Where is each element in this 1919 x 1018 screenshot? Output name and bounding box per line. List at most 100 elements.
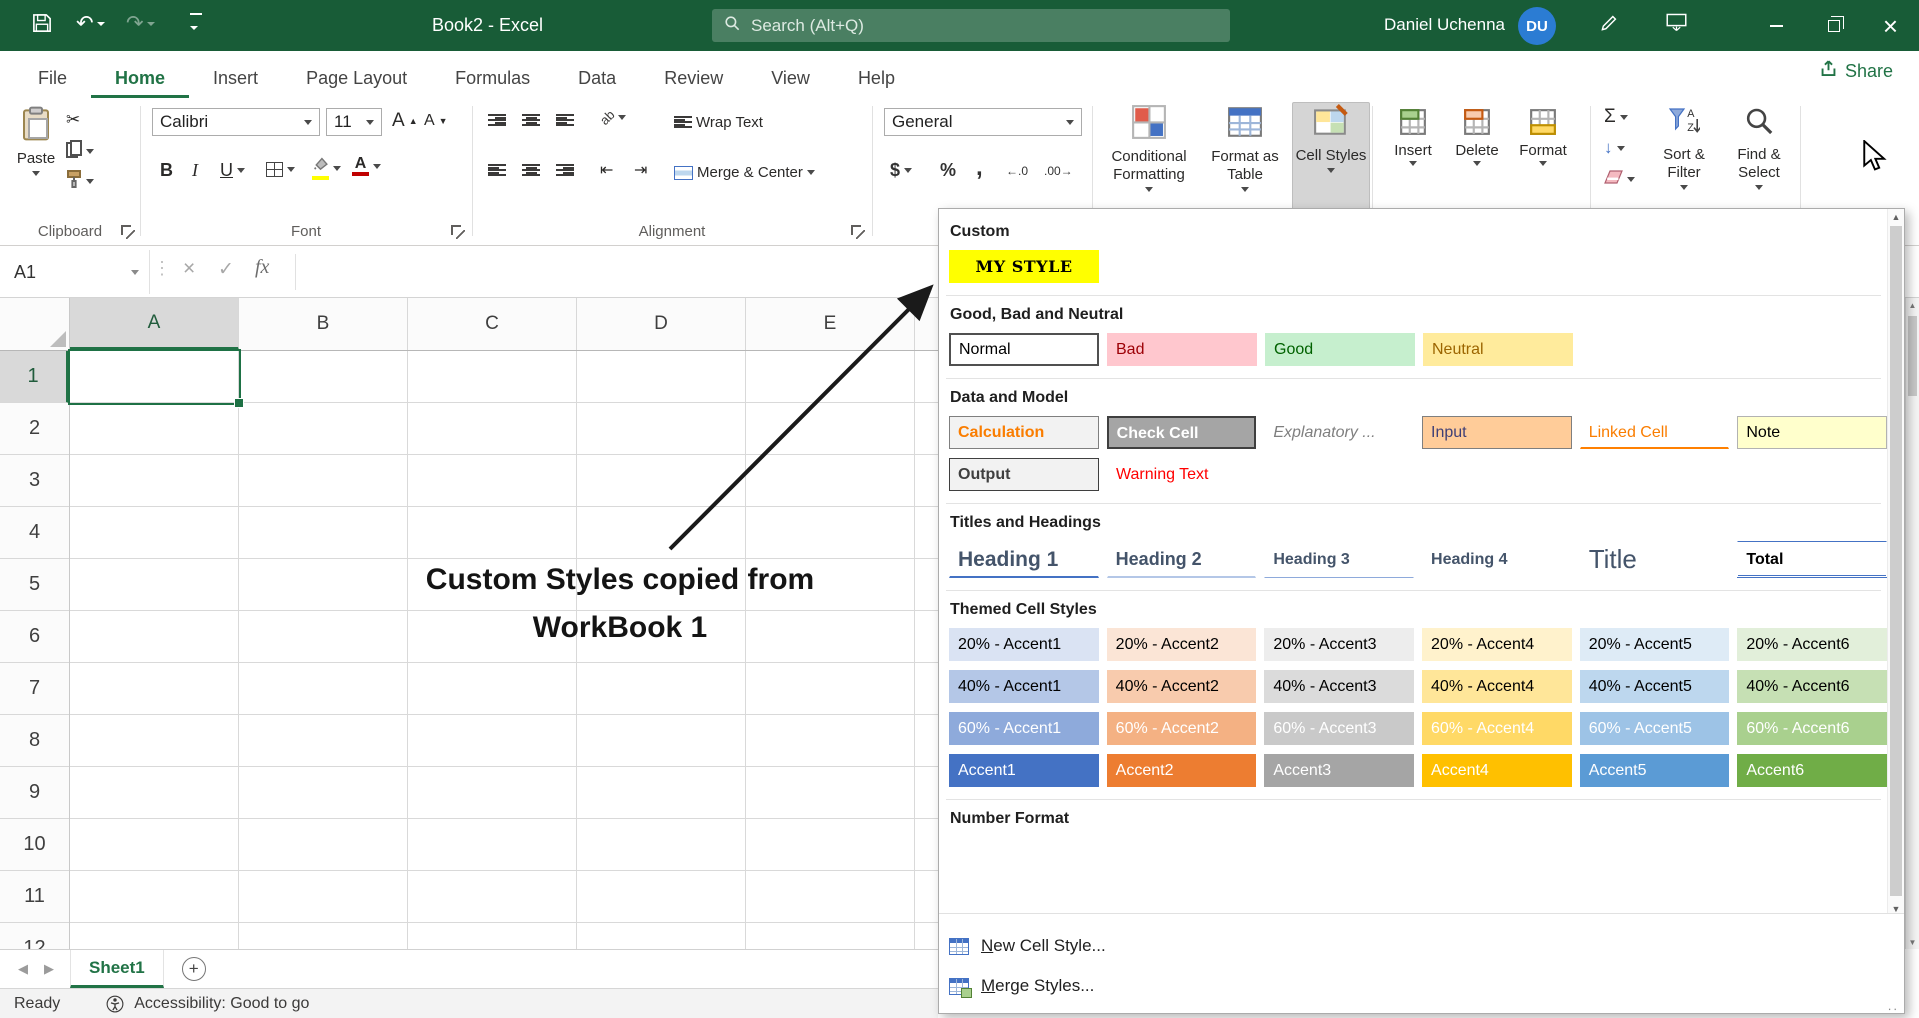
merge-center-button[interactable]: Merge & Center: [674, 164, 815, 181]
tab-view[interactable]: View: [747, 57, 834, 98]
wrap-text-button[interactable]: Wrap Text: [674, 114, 763, 131]
cell-style-title[interactable]: Title: [1580, 541, 1730, 578]
autosum-button[interactable]: Σ: [1604, 106, 1628, 128]
cell-style-heading-2[interactable]: Heading 2: [1107, 541, 1257, 578]
undo-caret-icon[interactable]: [97, 22, 105, 26]
bold-button[interactable]: B: [160, 160, 173, 181]
scrollbar-thumb[interactable]: [1908, 316, 1917, 396]
increase-decimal-button[interactable]: ←.0: [1006, 164, 1028, 178]
cell-style-20-accent6[interactable]: 20% - Accent6: [1737, 628, 1887, 661]
sort-filter-button[interactable]: AZ Sort & Filter: [1650, 106, 1718, 190]
formula-bar-handle[interactable]: ⋮: [153, 258, 169, 279]
cell-style-20-accent1[interactable]: 20% - Accent1: [949, 628, 1099, 661]
shrink-font-button[interactable]: A▼: [424, 112, 448, 130]
row-header-9[interactable]: 9: [0, 767, 69, 819]
font-name-combo[interactable]: Calibri: [152, 108, 320, 136]
cell-style-40-accent1[interactable]: 40% - Accent1: [949, 670, 1099, 703]
next-sheet-icon[interactable]: ▶: [44, 961, 54, 977]
cell-style-accent2[interactable]: Accent2: [1107, 754, 1257, 787]
new-sheet-button[interactable]: +: [182, 957, 206, 981]
tab-review[interactable]: Review: [640, 57, 747, 98]
cell-style-normal[interactable]: Normal: [949, 333, 1099, 366]
row-header-7[interactable]: 7: [0, 663, 69, 715]
menu-scroll-up-icon[interactable]: ▲: [1888, 209, 1904, 225]
new-cell-style-button[interactable]: New Cell Style...: [949, 926, 1904, 966]
middle-align-button[interactable]: [522, 114, 540, 127]
tab-home[interactable]: Home: [91, 57, 189, 98]
undo-button[interactable]: ↶: [76, 13, 105, 35]
row-header-6[interactable]: 6: [0, 611, 69, 663]
row-header-3[interactable]: 3: [0, 455, 69, 507]
cell-style-accent1[interactable]: Accent1: [949, 754, 1099, 787]
redo-button[interactable]: ↷: [126, 13, 155, 35]
comma-style-button[interactable]: ,: [976, 154, 983, 182]
delete-cells-button[interactable]: Delete: [1448, 108, 1506, 166]
cell-style-40-accent2[interactable]: 40% - Accent2: [1107, 670, 1257, 703]
cell-styles-menu-scrollbar[interactable]: ▲ ▼: [1887, 209, 1904, 915]
customize-quick-access-toolbar-button[interactable]: [190, 13, 202, 35]
font-color-button[interactable]: A: [352, 156, 381, 176]
cell-style-good[interactable]: Good: [1265, 333, 1415, 366]
cell-style-linked-cell[interactable]: Linked Cell: [1580, 416, 1730, 449]
cell-style-40-accent6[interactable]: 40% - Accent6: [1737, 670, 1887, 703]
ribbon-display-options-button[interactable]: [1666, 13, 1687, 37]
find-select-button[interactable]: Find & Select: [1724, 106, 1794, 190]
name-box[interactable]: A1: [0, 250, 150, 294]
row-header-10[interactable]: 10: [0, 819, 69, 871]
font-size-combo[interactable]: 11: [326, 108, 382, 136]
row-header-5[interactable]: 5: [0, 559, 69, 611]
column-header-a[interactable]: A: [70, 298, 239, 350]
cell-style-note[interactable]: Note: [1737, 416, 1887, 449]
pen-button[interactable]: [1600, 13, 1619, 37]
insert-cells-button[interactable]: Insert: [1384, 108, 1442, 166]
cell-style-output[interactable]: Output: [949, 458, 1099, 491]
alignment-dialog-launcher[interactable]: [850, 224, 865, 239]
accounting-format-button[interactable]: $: [890, 160, 912, 181]
underline-button[interactable]: U: [220, 160, 245, 181]
cell-style-accent4[interactable]: Accent4: [1422, 754, 1572, 787]
align-left-button[interactable]: [488, 164, 506, 177]
align-right-button[interactable]: [556, 164, 574, 177]
format-painter-button[interactable]: [66, 170, 94, 192]
account-name[interactable]: Daniel Uchenna: [1384, 15, 1505, 35]
cell-style-20-accent4[interactable]: 20% - Accent4: [1422, 628, 1572, 661]
search-box[interactable]: Search (Alt+Q): [712, 9, 1230, 42]
column-header-partial[interactable]: [915, 298, 938, 350]
tab-formulas[interactable]: Formulas: [431, 57, 554, 98]
cell-style-bad[interactable]: Bad: [1107, 333, 1257, 366]
close-button[interactable]: ×: [1862, 0, 1919, 51]
sheet-tab-sheet1[interactable]: Sheet1: [70, 950, 164, 988]
row-header-2[interactable]: 2: [0, 403, 69, 455]
insert-function-icon[interactable]: fx: [255, 256, 269, 279]
cell-style-40-accent3[interactable]: 40% - Accent3: [1264, 670, 1414, 703]
enter-entry-icon[interactable]: ✓: [218, 258, 234, 281]
row-header-4[interactable]: 4: [0, 507, 69, 559]
menu-resize-grip[interactable]: ∙∙: [1888, 1001, 1899, 1016]
clear-button[interactable]: [1604, 170, 1635, 189]
name-box-caret-icon[interactable]: [131, 270, 139, 275]
cut-button[interactable]: ✂: [66, 110, 80, 130]
cell-style-60-accent4[interactable]: 60% - Accent4: [1422, 712, 1572, 745]
tab-insert[interactable]: Insert: [189, 57, 282, 98]
prev-sheet-icon[interactable]: ◀: [18, 961, 28, 977]
cell-style-20-accent3[interactable]: 20% - Accent3: [1264, 628, 1414, 661]
font-dialog-launcher[interactable]: [450, 224, 465, 239]
cell-style-calculation[interactable]: Calculation: [949, 416, 1099, 449]
paste-button[interactable]: Paste: [10, 106, 62, 176]
format-cells-button[interactable]: Format: [1512, 108, 1574, 166]
scroll-down-icon[interactable]: ▼: [1906, 938, 1919, 947]
cell-style-20-accent2[interactable]: 20% - Accent2: [1107, 628, 1257, 661]
cell-style-heading-4[interactable]: Heading 4: [1422, 541, 1572, 578]
clipboard-dialog-launcher[interactable]: [120, 224, 135, 239]
tab-file[interactable]: File: [14, 57, 91, 98]
cell-style-total[interactable]: Total: [1737, 541, 1887, 578]
column-header-e[interactable]: E: [746, 298, 915, 350]
cancel-entry-icon[interactable]: ×: [183, 257, 195, 281]
number-format-combo[interactable]: General: [884, 108, 1082, 136]
format-as-table-button[interactable]: Format as Table: [1202, 104, 1288, 192]
center-button[interactable]: [522, 164, 540, 177]
decrease-decimal-button[interactable]: .00→: [1044, 164, 1073, 178]
cell-style-60-accent3[interactable]: 60% - Accent3: [1264, 712, 1414, 745]
restore-button[interactable]: [1805, 0, 1862, 51]
orientation-button[interactable]: ab: [600, 110, 626, 125]
